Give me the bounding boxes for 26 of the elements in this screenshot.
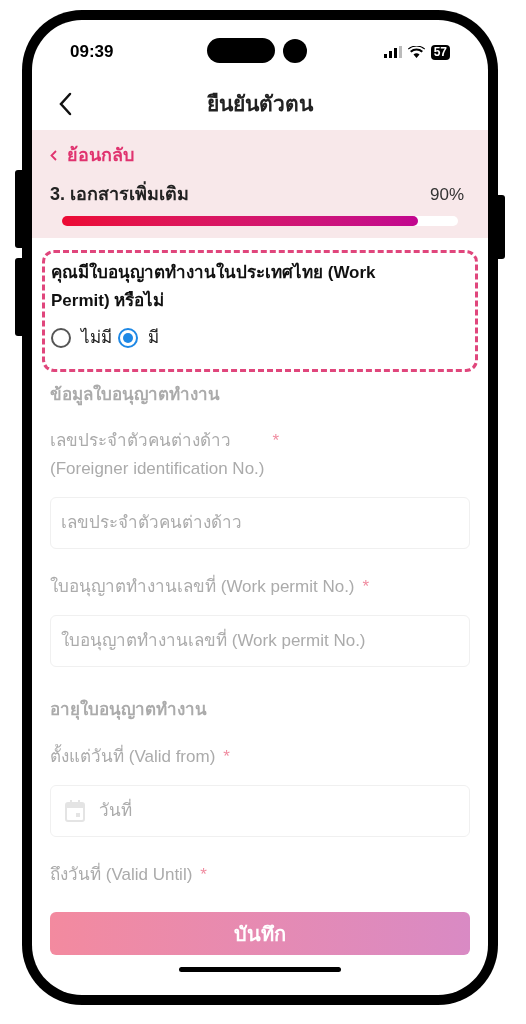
question-text: คุณมีใบอนุญาตทำงานในประเทศไทย (Work Permit) หรือไม่ bbox=[51, 261, 377, 312]
calendar-icon bbox=[65, 799, 85, 822]
camera-icon bbox=[283, 38, 307, 63]
step-title: 3. เอกสารเพิ่มเติม bbox=[50, 181, 189, 208]
required-mark: * bbox=[362, 576, 370, 598]
battery-icon: 57 bbox=[430, 44, 450, 60]
required-mark: * bbox=[223, 745, 230, 768]
chevron-left-icon bbox=[50, 150, 57, 161]
signal-icon bbox=[383, 46, 402, 58]
radio-option[interactable]: ไม่มี bbox=[51, 325, 112, 351]
back-link[interactable]: ย้อนกลับ bbox=[50, 142, 134, 169]
back-icon bbox=[58, 92, 72, 116]
field-label: เลขประจำตัวคนต่างด้าว (Foreigner identification No.) bbox=[50, 430, 265, 480]
wifi-icon bbox=[407, 46, 425, 58]
field-label: ใบอนุญาตทำงานเลขที่ (Work permit No.) bbox=[50, 573, 355, 601]
section-heading: อายุใบอนุญาตทำงาน bbox=[50, 698, 208, 722]
dynamic-island bbox=[207, 38, 275, 63]
field-label: ตั้งแต่วันที่ (Valid from) bbox=[50, 743, 216, 768]
progress-percent: 90% bbox=[429, 183, 464, 206]
page-title: ยืนยันตัวตน bbox=[206, 91, 315, 118]
field-label: ถึงวันที่ (Valid Until) bbox=[50, 861, 193, 886]
status-time: 09:39 bbox=[70, 41, 114, 64]
section-heading: ข้อมูลใบอนุญาตทำงาน bbox=[50, 383, 221, 407]
required-mark: * bbox=[200, 863, 207, 886]
radio-option[interactable]: มี bbox=[118, 325, 159, 351]
required-mark: * bbox=[272, 430, 280, 452]
